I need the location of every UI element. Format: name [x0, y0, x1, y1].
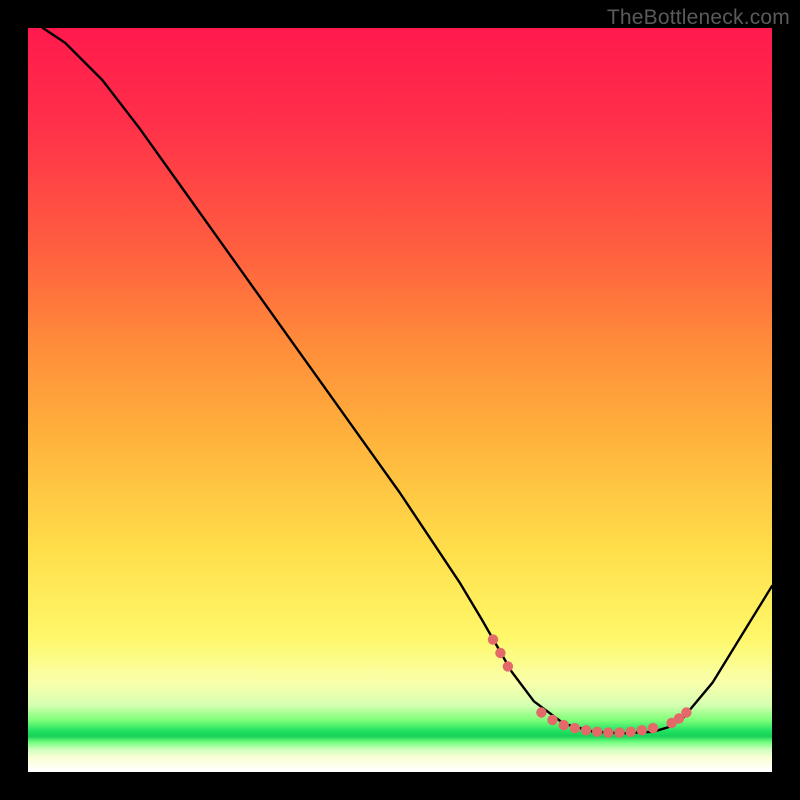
heat-gradient [28, 28, 772, 772]
plot-area [28, 28, 772, 772]
chart-frame: TheBottleneck.com [0, 0, 800, 800]
attribution-text: TheBottleneck.com [607, 6, 790, 30]
